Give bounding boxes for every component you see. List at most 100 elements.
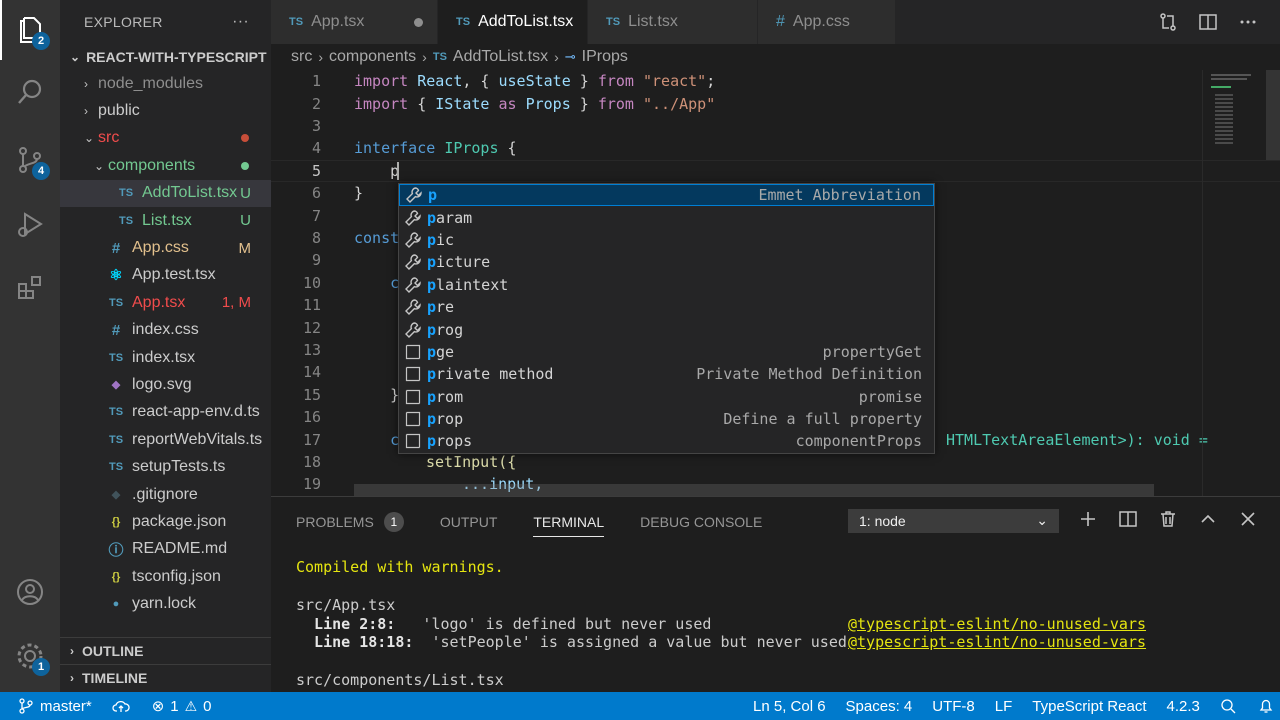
file-tree-item[interactable]: ● yarn.lock: [60, 590, 271, 617]
suggestion-item[interactable]: props componentProps: [399, 430, 934, 452]
sync-button[interactable]: [112, 692, 130, 720]
file-tree-item[interactable]: ◆ .gitignore: [60, 481, 271, 508]
compare-changes-icon[interactable]: [1158, 12, 1178, 32]
file-tree-item[interactable]: TS List.tsx U: [60, 207, 271, 234]
react-file-icon: ⚛: [109, 267, 123, 285]
tab-output[interactable]: OUTPUT: [440, 497, 498, 547]
git-status-badge: U: [240, 212, 251, 230]
file-tree-item[interactable]: ◆ logo.svg: [60, 371, 271, 398]
warning-2-rule[interactable]: @typescript-eslint/no-unused-vars: [848, 633, 1146, 651]
tab-terminal[interactable]: TERMINAL: [533, 497, 604, 547]
suggestion-label: props: [427, 432, 472, 450]
tab-list-tsx[interactable]: TS List.tsx: [588, 0, 758, 44]
tab-debug-console[interactable]: DEBUG CONSOLE: [640, 497, 762, 547]
split-editor-icon[interactable]: [1198, 12, 1218, 32]
language-mode[interactable]: TypeScript React: [1032, 698, 1146, 715]
file-tree-item[interactable]: › public: [60, 97, 271, 124]
file-tree-item[interactable]: › node_modules: [60, 70, 271, 97]
text-cursor: [397, 162, 399, 180]
cloud-upload-icon: [112, 700, 130, 712]
search-icon: [18, 79, 42, 104]
unsaved-dot-icon[interactable]: [414, 17, 423, 27]
more-actions-icon[interactable]: ···: [232, 13, 249, 31]
problems-indicator[interactable]: ⊗ 1 ⚠ 0: [152, 692, 212, 720]
feedback-icon[interactable]: [1220, 698, 1238, 714]
suggestion-item[interactable]: prop Define a full property: [399, 408, 934, 430]
suggestion-rest: ic: [436, 230, 455, 249]
extensions-icon: [18, 276, 41, 299]
wrench-icon: [403, 298, 423, 316]
breadcrumb-file[interactable]: AddToList.tsx: [453, 48, 548, 66]
suggestion-item[interactable]: pre: [399, 296, 934, 318]
vertical-scrollbar[interactable]: [1266, 70, 1280, 160]
file-tree-item[interactable]: ⚛ App.test.tsx: [60, 262, 271, 289]
file-tree-item[interactable]: {} package.json: [60, 508, 271, 535]
tab-addtolist-tsx[interactable]: TS AddToList.tsx: [438, 0, 588, 44]
file-tree-label: setupTests.ts: [132, 458, 226, 476]
outline-section[interactable]: › OUTLINE: [60, 637, 271, 664]
manage-button[interactable]: 1: [0, 626, 60, 686]
suggestion-item[interactable]: plaintext: [399, 274, 934, 296]
suggestion-rest: laintext: [436, 275, 509, 294]
extensions-button[interactable]: [0, 258, 60, 318]
suggestion-item[interactable]: picture: [399, 251, 934, 273]
encoding[interactable]: UTF-8: [932, 698, 975, 715]
warning-1-rule[interactable]: @typescript-eslint/no-unused-vars: [848, 615, 1146, 633]
search-button[interactable]: [0, 62, 60, 122]
trash-icon[interactable]: [1158, 509, 1178, 529]
tab-app-css[interactable]: # App.css: [758, 0, 896, 44]
file-tree-item[interactable]: # index.css: [60, 317, 271, 344]
file-tree-item[interactable]: TS App.tsx 1, M: [60, 289, 271, 316]
breadcrumb-components[interactable]: components: [329, 48, 416, 66]
suggestion-label: prom: [427, 388, 463, 406]
file-tree-item[interactable]: ⓘ README.md: [60, 536, 271, 563]
file-tree-label: node_modules: [98, 74, 203, 92]
timeline-section[interactable]: › TIMELINE: [60, 664, 271, 691]
split-terminal-icon[interactable]: [1118, 509, 1138, 529]
file-tree-item[interactable]: # App.css M: [60, 234, 271, 261]
cursor-position[interactable]: Ln 5, Col 6: [753, 698, 826, 715]
bell-icon[interactable]: [1258, 698, 1274, 714]
source-control-button[interactable]: 4: [0, 130, 60, 190]
git-branch-icon: [19, 698, 33, 714]
suggestion-label: p: [428, 186, 437, 204]
suggestion-item[interactable]: prog: [399, 318, 934, 340]
file-tree-item[interactable]: ⌄ src: [60, 125, 271, 152]
line-number: 11: [302, 296, 321, 315]
file-tree-item[interactable]: TS setupTests.ts: [60, 453, 271, 480]
chevron-right-icon: ›: [554, 49, 559, 65]
file-tree-item[interactable]: {} tsconfig.json: [60, 563, 271, 590]
add-terminal-icon[interactable]: [1078, 509, 1098, 529]
file-tree-item[interactable]: TS AddToList.tsx U: [60, 179, 271, 207]
typescript-version[interactable]: 4.2.3: [1167, 698, 1200, 715]
branch-indicator[interactable]: master*: [18, 692, 92, 720]
file-tree-item[interactable]: TS reportWebVitals.ts: [60, 426, 271, 453]
project-folder-header[interactable]: ⌄ REACT-WITH-TYPESCRIPT: [60, 44, 271, 70]
suggestion-item[interactable]: private method Private Method Definition: [399, 363, 934, 385]
accounts-button[interactable]: [0, 562, 60, 622]
tab-app-tsx[interactable]: TS App.tsx: [271, 0, 438, 44]
file-tree-item[interactable]: TS index.tsx: [60, 344, 271, 371]
suggestion-item[interactable]: p Emmet Abbreviation: [399, 184, 934, 207]
terminal-select[interactable]: 1: node ⌄: [848, 509, 1059, 533]
more-actions-icon[interactable]: [1238, 12, 1258, 32]
suggestion-item[interactable]: pge propertyGet: [399, 341, 934, 363]
explorer-button[interactable]: 2: [0, 0, 60, 60]
css-file-icon: #: [111, 239, 121, 257]
suggestion-item[interactable]: pic: [399, 229, 934, 251]
indentation[interactable]: Spaces: 4: [846, 698, 913, 715]
run-debug-button[interactable]: [0, 194, 60, 254]
tab-problems[interactable]: PROBLEMS 1: [296, 497, 404, 547]
typescript-file-icon: TS: [108, 296, 124, 309]
suggestion-item[interactable]: param: [399, 206, 934, 228]
horizontal-scrollbar[interactable]: [354, 484, 1154, 496]
file-tree-item[interactable]: TS react-app-env.d.ts: [60, 399, 271, 426]
breadcrumb-src[interactable]: src: [291, 48, 312, 66]
file-tree-item[interactable]: ⌄ components: [60, 152, 271, 179]
close-icon[interactable]: [1238, 509, 1258, 529]
suggestion-item[interactable]: prom promise: [399, 386, 934, 408]
line-number: 13: [302, 340, 321, 359]
breadcrumb-symbol[interactable]: IProps: [582, 48, 628, 66]
end-of-line[interactable]: LF: [995, 698, 1013, 715]
maximize-panel-icon[interactable]: [1198, 509, 1218, 529]
